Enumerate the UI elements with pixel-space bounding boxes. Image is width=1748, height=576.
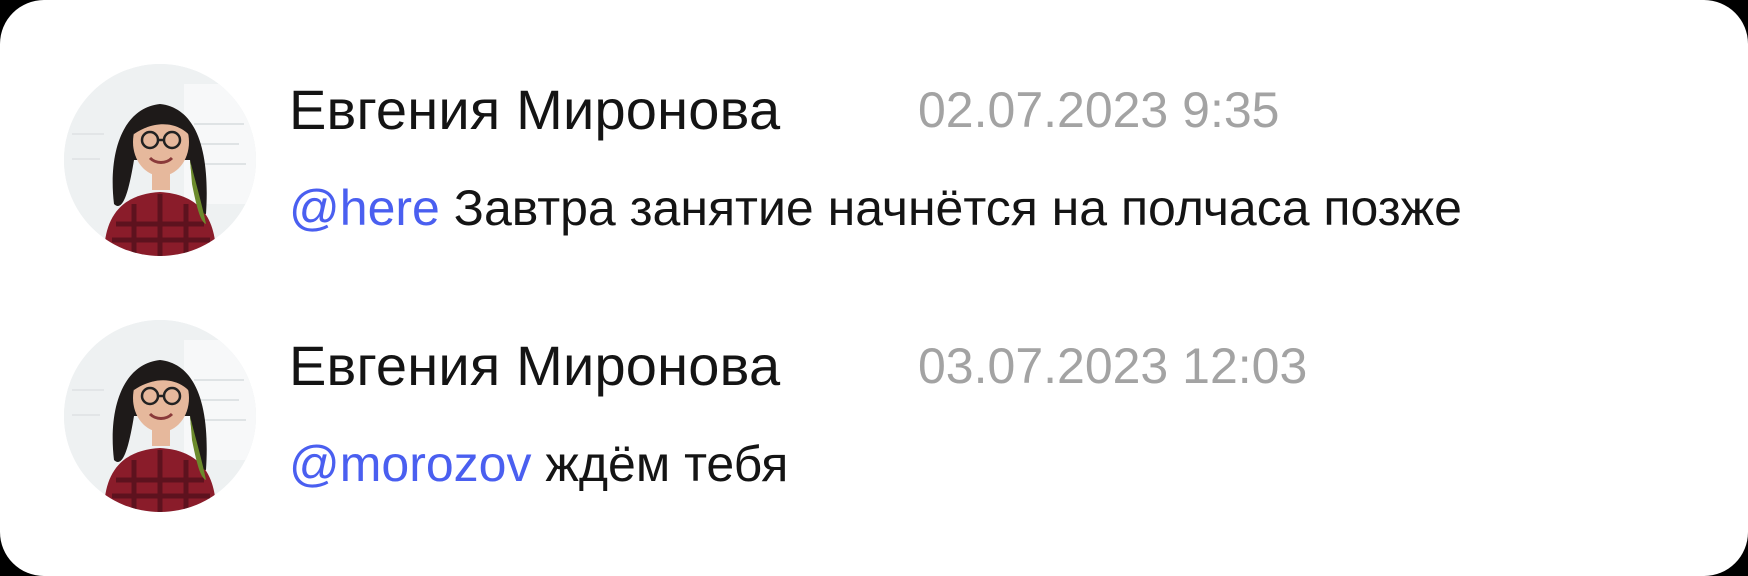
user-photo-icon <box>64 320 256 512</box>
chat-message: Евгения Миронова 02.07.2023 9:35 @here З… <box>0 60 1748 280</box>
mention-link[interactable]: @here <box>289 180 440 236</box>
message-text: @morozov ждём тебя <box>289 431 788 497</box>
user-photo-icon <box>64 64 256 256</box>
chat-message-list: Евгения Миронова 02.07.2023 9:35 @here З… <box>0 0 1748 576</box>
message-body-text: ждём тебя <box>545 436 789 492</box>
message-author[interactable]: Евгения Миронова <box>289 74 780 146</box>
user-avatar[interactable] <box>64 320 256 512</box>
message-text: @here Завтра занятие начнётся на полчаса… <box>289 175 1462 241</box>
mention-link[interactable]: @morozov <box>289 436 531 492</box>
chat-message: Евгения Миронова 03.07.2023 12:03 @moroz… <box>0 316 1748 536</box>
user-avatar[interactable] <box>64 64 256 256</box>
message-author[interactable]: Евгения Миронова <box>289 330 780 402</box>
message-body-text: Завтра занятие начнётся на полчаса позже <box>453 180 1462 236</box>
message-timestamp: 02.07.2023 9:35 <box>918 82 1280 138</box>
message-timestamp: 03.07.2023 12:03 <box>918 338 1308 394</box>
